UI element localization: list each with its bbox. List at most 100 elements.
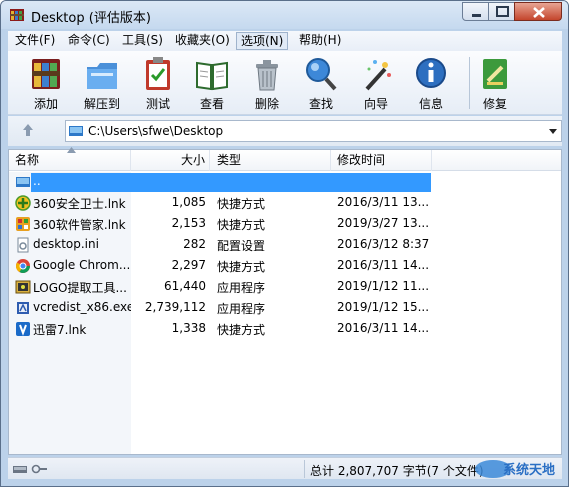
file-size: 2,153 — [171, 216, 206, 230]
info-button[interactable]: 信息 — [405, 53, 457, 113]
table-row[interactable]: 360软件管家.lnk 2,153 快捷方式 2019/3/27 13... — [9, 214, 561, 235]
repair-label: 修复 — [482, 97, 507, 111]
menu-commands[interactable]: 命令(C) — [64, 32, 114, 50]
file-modified: 2019/3/27 13... — [337, 216, 430, 230]
test-button[interactable]: 测试 — [132, 53, 184, 113]
table-row[interactable]: .. — [9, 172, 561, 193]
table-row[interactable]: desktop.ini 282 配置设置 2016/3/12 8:37 — [9, 235, 561, 256]
window-title: Desktop (评估版本) — [31, 11, 151, 26]
column-modified-label: 修改时间 — [337, 153, 386, 167]
delete-label: 删除 — [254, 97, 279, 111]
file-name: vcredist_x86.exe — [33, 300, 131, 314]
status-separator — [304, 460, 305, 478]
drive-up-icon — [15, 174, 31, 190]
add-button[interactable]: 添加 — [20, 53, 72, 113]
column-size-label: 大小 — [180, 153, 205, 167]
file-modified: 2016/3/12 8:37 — [337, 237, 430, 251]
file-name: Google Chrom... — [33, 258, 131, 272]
file-list[interactable]: 名称 大小 类型 修改时间 .. 360安全卫士.lnk 1,085 快捷方式 2016… — [8, 147, 562, 455]
menu-file[interactable]: 文件(F) — [11, 32, 59, 50]
menu-options[interactable]: 选项(N) — [236, 32, 289, 50]
maximize-icon — [496, 6, 509, 17]
table-row[interactable]: Google Chrom... 2,297 快捷方式 2016/3/11 14... — [9, 256, 561, 277]
magnifier-icon — [306, 58, 337, 91]
delete-button[interactable]: 删除 — [241, 53, 293, 113]
view-button[interactable]: 查看 — [186, 53, 238, 113]
view-label: 查看 — [199, 97, 224, 111]
column-name[interactable]: 名称 — [9, 147, 131, 171]
info-icon — [416, 58, 446, 88]
file-modified: 2016/3/11 14... — [337, 258, 430, 272]
chevron-down-icon[interactable] — [547, 124, 559, 138]
column-name-label: 名称 — [15, 153, 40, 167]
address-row: C:\Users\sfwe\Desktop — [8, 116, 562, 146]
360-software-icon — [15, 216, 31, 232]
status-bar: 总计 2,807,707 字节(7 个文件) 系统天地 — [8, 457, 562, 479]
file-size: 1,085 — [171, 195, 206, 209]
menu-bar: 文件(F) 命令(C) 工具(S) 收藏夹(O) 选项(N) 帮助(H) — [8, 31, 562, 51]
file-size: 2,739,112 — [144, 300, 206, 314]
installer-icon — [15, 300, 31, 316]
view-book-icon — [196, 61, 228, 91]
table-row[interactable]: 迅雷7.lnk 1,338 快捷方式 2016/3/11 14... — [9, 319, 561, 340]
file-name: .. — [33, 174, 41, 188]
file-type: 快捷方式 — [217, 218, 266, 232]
repair-icon — [483, 59, 507, 89]
file-type: 快捷方式 — [217, 197, 266, 211]
close-icon — [533, 7, 545, 18]
wizard-button[interactable]: 向导 — [350, 53, 402, 113]
file-size: 2,297 — [171, 258, 206, 272]
info-label: 信息 — [418, 97, 443, 111]
table-row[interactable]: 360安全卫士.lnk 1,085 快捷方式 2016/3/11 13... — [9, 193, 561, 214]
column-modified[interactable]: 修改时间 — [331, 150, 432, 171]
find-label: 查找 — [308, 97, 333, 111]
file-type: 快捷方式 — [217, 260, 266, 274]
toolbar: 添加 解压到 测试 查看 删除 查找 向导 信息 修复 — [8, 51, 562, 115]
menu-favorites[interactable]: 收藏夹(O) — [171, 32, 234, 50]
minimize-icon — [472, 14, 481, 17]
file-type: 应用程序 — [217, 281, 266, 295]
file-size: 1,338 — [171, 321, 206, 335]
column-size[interactable]: 大小 — [131, 150, 210, 171]
trash-icon — [256, 60, 278, 91]
logo-tool-icon — [15, 279, 31, 295]
menu-help[interactable]: 帮助(H) — [295, 32, 345, 50]
file-size: 61,440 — [164, 279, 206, 293]
file-name: 迅雷7.lnk — [33, 323, 87, 337]
extract-folder-icon — [87, 63, 117, 89]
file-type: 应用程序 — [217, 302, 266, 316]
magic-wand-icon — [365, 60, 391, 91]
file-name: 360软件管家.lnk — [33, 218, 126, 232]
file-size: 282 — [183, 237, 206, 251]
close-button[interactable] — [514, 2, 562, 21]
address-path: C:\Users\sfwe\Desktop — [88, 124, 224, 138]
file-name: 360安全卫士.lnk — [33, 197, 126, 211]
menu-tools[interactable]: 工具(S) — [118, 32, 167, 50]
maximize-button[interactable] — [488, 2, 515, 21]
minimize-button[interactable] — [462, 2, 489, 21]
up-arrow-icon[interactable] — [20, 122, 36, 138]
title-bar[interactable]: Desktop (评估版本) — [1, 1, 568, 29]
thunder-icon — [15, 321, 31, 337]
column-type[interactable]: 类型 — [210, 150, 331, 171]
chrome-icon — [15, 258, 31, 274]
360-security-icon — [15, 195, 31, 211]
file-type: 快捷方式 — [217, 323, 266, 337]
file-type: 配置设置 — [217, 239, 266, 253]
address-field[interactable]: C:\Users\sfwe\Desktop — [65, 120, 562, 142]
repair-button[interactable]: 修复 — [469, 53, 521, 113]
test-label: 测试 — [145, 97, 170, 111]
column-type-label: 类型 — [217, 153, 242, 167]
table-row[interactable]: LOGO提取工具... 61,440 应用程序 2019/1/12 11... — [9, 277, 561, 298]
extract-label: 解压到 — [83, 97, 120, 111]
table-row[interactable]: vcredist_x86.exe 2,739,112 应用程序 2019/1/12 1… — [9, 298, 561, 319]
file-modified: 2019/1/12 11... — [337, 279, 430, 293]
add-archive-icon — [32, 59, 60, 89]
extract-button[interactable]: 解压到 — [76, 53, 128, 113]
watermark-text: 系统天地 — [503, 462, 555, 478]
add-label: 添加 — [33, 97, 58, 111]
find-button[interactable]: 查找 — [295, 53, 347, 113]
file-modified: 2019/1/12 15... — [337, 300, 430, 314]
settings-file-icon — [15, 237, 31, 253]
sort-ascending-icon — [67, 147, 76, 153]
